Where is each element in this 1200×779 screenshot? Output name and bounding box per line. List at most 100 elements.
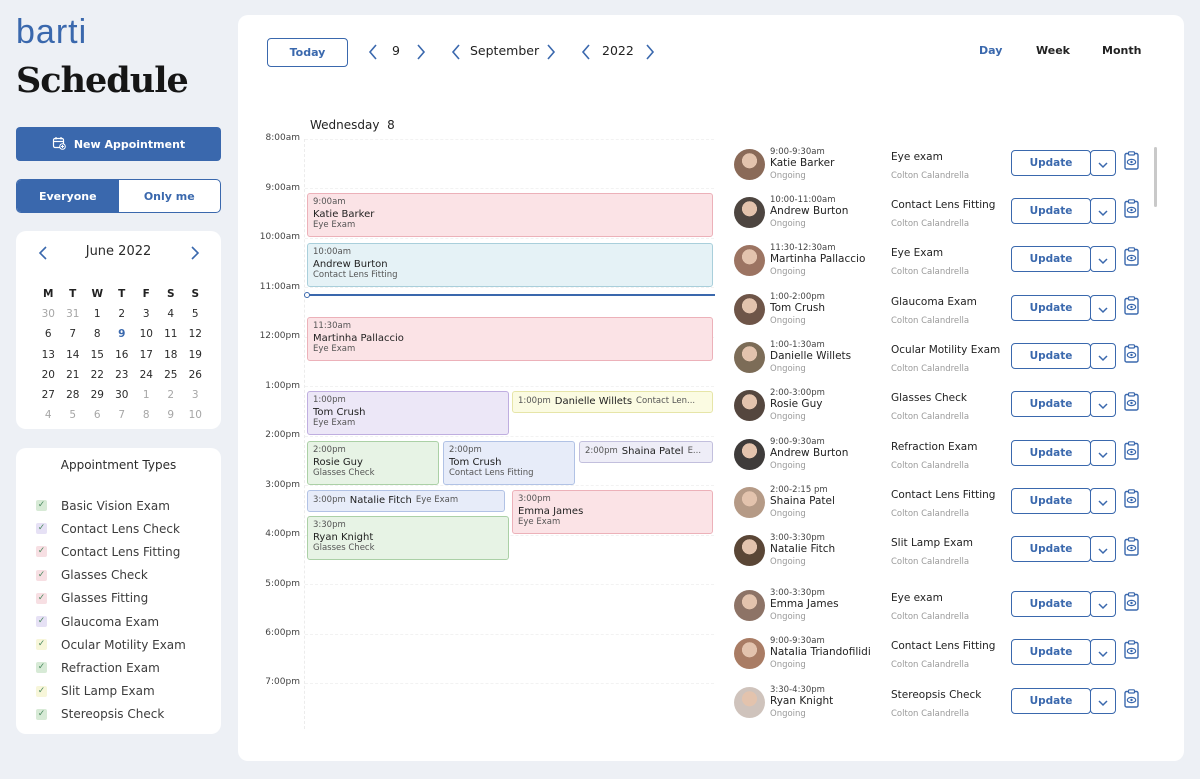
event-block[interactable]: 2:00pm Shaina Patel E... bbox=[579, 441, 713, 463]
appointment-type-item[interactable]: ✓ Glasses Fitting bbox=[36, 587, 186, 610]
calendar-day[interactable]: 12 bbox=[183, 324, 208, 344]
view-details-button[interactable] bbox=[1122, 295, 1140, 318]
appointment-type-item[interactable]: ✓ Contact Lens Check bbox=[36, 517, 186, 540]
event-block[interactable]: 1:00pm Tom Crush Eye Exam bbox=[307, 391, 509, 435]
appointment-type-item[interactable]: ✓ Refraction Exam bbox=[36, 656, 186, 679]
calendar-day[interactable]: 25 bbox=[159, 365, 184, 385]
calendar-day[interactable]: 26 bbox=[183, 365, 208, 385]
calendar-day[interactable]: 22 bbox=[85, 365, 110, 385]
checkbox-checked-icon[interactable]: ✓ bbox=[36, 616, 47, 628]
appointment-row[interactable]: 9:00-9:30am Katie Barker Ongoing Eye exam Co… bbox=[725, 141, 1147, 189]
appointment-row[interactable]: 3:00-3:30pm Natalie Fitch Ongoing Slit Lamp… bbox=[725, 527, 1147, 575]
view-details-button[interactable] bbox=[1122, 391, 1140, 414]
calendar-day[interactable]: 9 bbox=[110, 324, 135, 344]
calendar-day[interactable]: 11 bbox=[159, 324, 184, 344]
update-dropdown-button[interactable] bbox=[1090, 246, 1116, 272]
view-details-button[interactable] bbox=[1122, 246, 1140, 269]
update-button[interactable]: Update bbox=[1011, 440, 1091, 466]
checkbox-checked-icon[interactable]: ✓ bbox=[36, 639, 47, 651]
event-block[interactable]: 2:00pm Rosie Guy Glasses Check bbox=[307, 441, 439, 485]
calendar-day[interactable]: 28 bbox=[61, 385, 86, 405]
calendar-day[interactable]: 30 bbox=[36, 304, 61, 324]
checkbox-checked-icon[interactable]: ✓ bbox=[36, 662, 47, 674]
checkbox-checked-icon[interactable]: ✓ bbox=[36, 569, 47, 581]
checkbox-checked-icon[interactable]: ✓ bbox=[36, 685, 47, 697]
view-details-button[interactable] bbox=[1122, 591, 1140, 614]
calendar-day[interactable]: 3 bbox=[183, 385, 208, 405]
appointment-type-item[interactable]: ✓ Basic Vision Exam bbox=[36, 494, 186, 517]
appointment-type-item[interactable]: ✓ Slit Lamp Exam bbox=[36, 680, 186, 703]
update-button[interactable]: Update bbox=[1011, 391, 1091, 417]
update-button[interactable]: Update bbox=[1011, 198, 1091, 224]
update-dropdown-button[interactable] bbox=[1090, 343, 1116, 369]
prev-year-icon[interactable] bbox=[579, 44, 593, 60]
update-button[interactable]: Update bbox=[1011, 246, 1091, 272]
appointment-row[interactable]: 1:00-2:00pm Tom Crush Ongoing Glaucoma Exam… bbox=[725, 286, 1147, 334]
checkbox-checked-icon[interactable]: ✓ bbox=[36, 546, 47, 558]
checkbox-checked-icon[interactable]: ✓ bbox=[36, 592, 47, 604]
today-button[interactable]: Today bbox=[267, 38, 348, 67]
calendar-day[interactable]: 20 bbox=[36, 365, 61, 385]
update-button[interactable]: Update bbox=[1011, 688, 1091, 714]
filter-everyone-button[interactable]: Everyone bbox=[17, 180, 119, 212]
appointment-row[interactable]: 2:00-3:00pm Rosie Guy Ongoing Glasses Check… bbox=[725, 382, 1147, 430]
view-details-button[interactable] bbox=[1122, 440, 1140, 463]
calendar-day[interactable]: 8 bbox=[85, 324, 110, 344]
calendar-day[interactable]: 19 bbox=[183, 345, 208, 365]
update-dropdown-button[interactable] bbox=[1090, 591, 1116, 617]
update-button[interactable]: Update bbox=[1011, 488, 1091, 514]
appointment-type-item[interactable]: ✓ Stereopsis Check bbox=[36, 703, 186, 726]
calendar-day[interactable]: 1 bbox=[134, 385, 159, 405]
appointment-row[interactable]: 10:00-11:00am Andrew Burton Ongoing Contact… bbox=[725, 189, 1147, 237]
update-button[interactable]: Update bbox=[1011, 343, 1091, 369]
checkbox-checked-icon[interactable]: ✓ bbox=[36, 523, 47, 535]
update-button[interactable]: Update bbox=[1011, 591, 1091, 617]
prev-month-nav-icon[interactable] bbox=[449, 44, 463, 60]
calendar-day[interactable]: 2 bbox=[110, 304, 135, 324]
calendar-day[interactable]: 7 bbox=[61, 324, 86, 344]
next-month-nav-icon[interactable] bbox=[544, 44, 558, 60]
update-dropdown-button[interactable] bbox=[1090, 440, 1116, 466]
calendar-day[interactable]: 4 bbox=[36, 405, 61, 425]
view-details-button[interactable] bbox=[1122, 536, 1140, 559]
event-block[interactable]: 11:30am Martinha Pallaccio Eye Exam bbox=[307, 317, 713, 361]
calendar-day[interactable]: 18 bbox=[159, 345, 184, 365]
update-dropdown-button[interactable] bbox=[1090, 639, 1116, 665]
appointment-row[interactable]: 1:00-1:30am Danielle Willets Ongoing Ocular… bbox=[725, 334, 1147, 382]
filter-only-me-button[interactable]: Only me bbox=[119, 180, 221, 212]
view-details-button[interactable] bbox=[1122, 150, 1140, 173]
calendar-day[interactable]: 9 bbox=[159, 405, 184, 425]
event-block[interactable]: 9:00am Katie Barker Eye Exam bbox=[307, 193, 713, 237]
calendar-day[interactable]: 17 bbox=[134, 345, 159, 365]
view-details-button[interactable] bbox=[1122, 639, 1140, 662]
update-dropdown-button[interactable] bbox=[1090, 488, 1116, 514]
update-dropdown-button[interactable] bbox=[1090, 198, 1116, 224]
calendar-day[interactable]: 6 bbox=[85, 405, 110, 425]
event-block[interactable]: 3:30pm Ryan Knight Glasses Check bbox=[307, 516, 509, 560]
view-week-tab[interactable]: Week bbox=[1036, 44, 1070, 57]
update-dropdown-button[interactable] bbox=[1090, 688, 1116, 714]
calendar-day[interactable]: 21 bbox=[61, 365, 86, 385]
event-block[interactable]: 1:00pm Danielle Willets Contact Len... bbox=[512, 391, 713, 413]
appointment-type-item[interactable]: ✓ Glaucoma Exam bbox=[36, 610, 186, 633]
calendar-day[interactable]: 24 bbox=[134, 365, 159, 385]
calendar-day[interactable]: 4 bbox=[159, 304, 184, 324]
appointment-row[interactable]: 9:00-9:30am Natalia Triandofilidi Ongoing C… bbox=[725, 630, 1147, 678]
view-month-tab[interactable]: Month bbox=[1102, 44, 1141, 57]
calendar-day[interactable]: 30 bbox=[110, 385, 135, 405]
view-day-tab[interactable]: Day bbox=[979, 44, 1002, 57]
appointment-type-item[interactable]: ✓ Contact Lens Fitting bbox=[36, 540, 186, 563]
update-button[interactable]: Update bbox=[1011, 536, 1091, 562]
calendar-day[interactable]: 5 bbox=[183, 304, 208, 324]
appointment-row[interactable]: 3:30-4:30pm Ryan Knight Ongoing Stereopsis … bbox=[725, 679, 1147, 727]
appointment-row[interactable]: 3:00-3:30pm Emma James Ongoing Eye exam Colt… bbox=[725, 582, 1147, 630]
appointment-type-item[interactable]: ✓ Ocular Motility Exam bbox=[36, 633, 186, 656]
calendar-day[interactable]: 29 bbox=[85, 385, 110, 405]
checkbox-checked-icon[interactable]: ✓ bbox=[36, 500, 47, 512]
appointment-list-scrollbar[interactable] bbox=[1154, 147, 1157, 207]
calendar-day[interactable]: 10 bbox=[183, 405, 208, 425]
calendar-day[interactable]: 5 bbox=[61, 405, 86, 425]
view-details-button[interactable] bbox=[1122, 343, 1140, 366]
next-month-icon[interactable] bbox=[188, 245, 202, 261]
update-button[interactable]: Update bbox=[1011, 639, 1091, 665]
